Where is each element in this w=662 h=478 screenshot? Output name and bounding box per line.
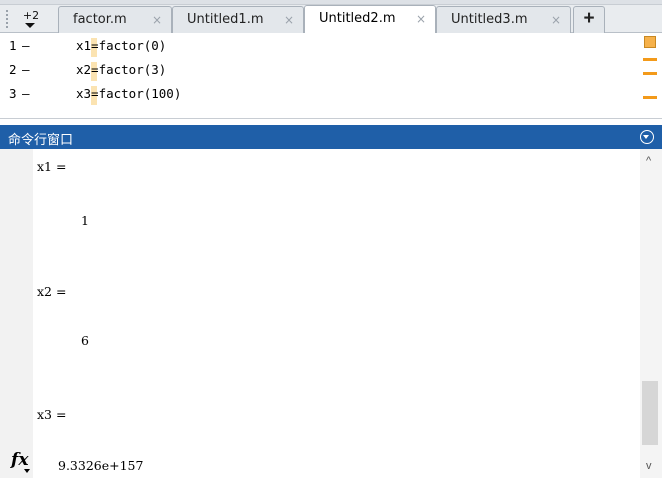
tab-overflow-button[interactable]: +2 (18, 9, 44, 31)
code-text[interactable]: x3=factor(100) (76, 86, 181, 101)
new-tab-button[interactable]: + (573, 6, 605, 33)
warning-marker[interactable] (643, 96, 657, 99)
warning-status-icon[interactable] (644, 36, 656, 48)
line-number: 3 (9, 86, 17, 101)
breakpoint-marker[interactable]: – (22, 86, 30, 101)
output-line: x2 = (37, 284, 67, 299)
breakpoint-marker[interactable]: – (22, 62, 30, 77)
tab-label: factor.m (73, 12, 127, 27)
code-line[interactable]: 2 – x2=factor(3) (0, 59, 640, 83)
close-icon[interactable]: × (152, 13, 162, 27)
code-line[interactable]: 3 – x3=factor(100) (0, 83, 640, 107)
tab-label: Untitled1.m (187, 12, 264, 27)
line-number: 1 (9, 38, 17, 53)
close-icon[interactable]: × (416, 12, 426, 26)
code-editor[interactable]: 1 – x1=factor(0) 2 – x2=factor(3) 3 – x3… (0, 33, 662, 119)
scroll-up-icon[interactable]: ^ (646, 155, 651, 167)
warning-marker[interactable] (643, 58, 657, 61)
breakpoint-marker[interactable]: – (22, 38, 30, 53)
tab-label: Untitled2.m (319, 11, 396, 26)
output-line: x3 = (37, 407, 67, 422)
tab-label: Untitled3.m (451, 12, 528, 27)
code-text[interactable]: x2=factor(3) (76, 62, 166, 77)
tab-untitled1-m[interactable]: Untitled1.m × (172, 6, 304, 33)
command-gutter (0, 149, 33, 478)
line-number: 2 (9, 62, 17, 77)
tab-factor-m[interactable]: factor.m × (58, 6, 172, 33)
output-line: 6 (81, 333, 89, 348)
output-line: 9.3326e+157 (58, 458, 144, 473)
drag-grip-icon[interactable] (6, 10, 8, 28)
code-text[interactable]: x1=factor(0) (76, 38, 166, 53)
editor-tab-strip: +2 factor.m × Untitled1.m × Untitled2.m … (0, 0, 662, 34)
code-line[interactable]: 1 – x1=factor(0) (0, 35, 640, 59)
tab-untitled2-m[interactable]: Untitled2.m × (304, 5, 436, 34)
close-icon[interactable]: × (551, 13, 561, 27)
tab-untitled3-m[interactable]: Untitled3.m × (436, 6, 571, 33)
close-icon[interactable]: × (284, 13, 294, 27)
vertical-scrollbar[interactable]: ^ v (640, 149, 662, 478)
chevron-down-icon (25, 23, 35, 28)
tab-overflow-count: +2 (22, 9, 40, 22)
output-line: x1 = (37, 159, 67, 174)
command-window[interactable] (0, 149, 662, 478)
output-line: 1 (81, 213, 89, 228)
scrollbar-thumb[interactable] (642, 381, 658, 445)
chevron-down-icon (24, 469, 30, 473)
command-window-title-bar: 命令行窗口 (0, 125, 662, 149)
command-window-title: 命令行窗口 (8, 132, 74, 147)
warning-marker[interactable] (643, 72, 657, 75)
function-browser-icon[interactable]: fx (11, 450, 28, 470)
scroll-down-icon[interactable]: v (646, 460, 652, 472)
window-actions-icon[interactable] (640, 130, 654, 144)
